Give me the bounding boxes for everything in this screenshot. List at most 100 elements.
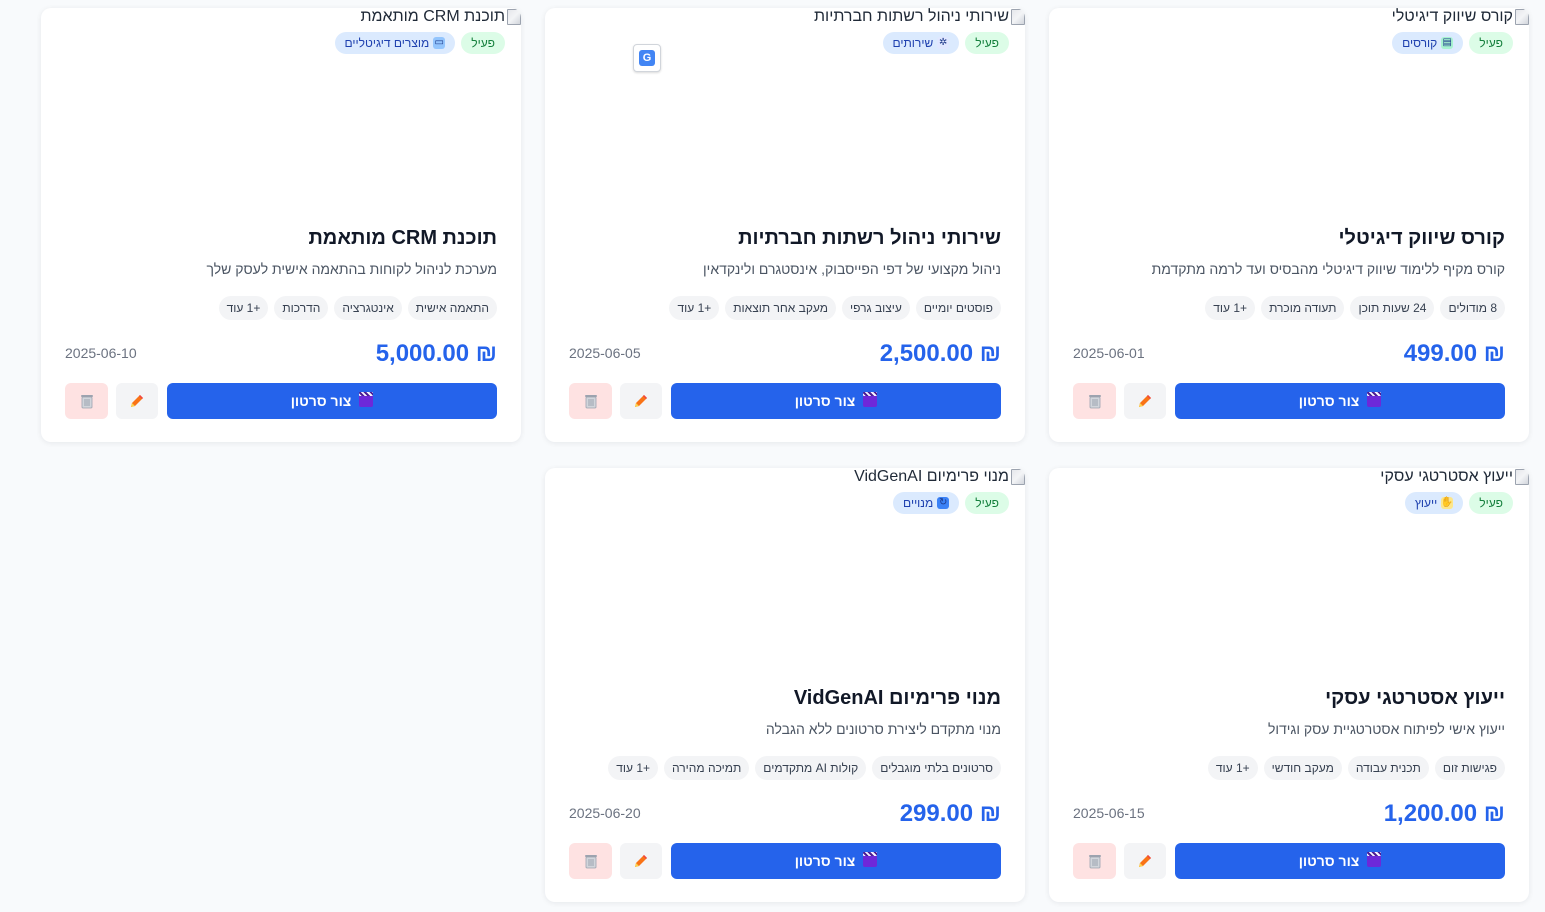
edit-button[interactable]	[1124, 383, 1166, 419]
product-card-5: מנוי פרימיום VidGenAI פעיל ↻ מנויים מנוי…	[545, 468, 1025, 902]
status-badge: פעיל	[1469, 492, 1513, 514]
category-badge: ↻ מנויים	[893, 492, 960, 514]
feature-tag: התאמה אישית	[407, 296, 497, 320]
pencil-icon	[635, 395, 647, 407]
product-image-area: מנוי פרימיום VidGenAI פעיל ↻ מנויים	[545, 468, 1025, 673]
delete-button[interactable]	[1073, 383, 1116, 419]
clapperboard-icon	[863, 852, 878, 867]
create-video-button[interactable]: צור סרטון	[671, 843, 1001, 879]
feature-tag: מעקב אחר תוצאות	[725, 296, 837, 320]
feature-tag: +1 עוד	[1205, 296, 1256, 320]
feature-tag: הדרכות	[274, 296, 329, 320]
product-date: 2025-06-05	[569, 345, 641, 361]
category-badge: ▭ מוצרים דיגיטליים	[334, 32, 456, 54]
feature-tag: תעודה מוכרת	[1261, 296, 1345, 320]
pencil-icon	[1139, 395, 1151, 407]
product-price: ₪ 5,000.00	[375, 340, 497, 367]
status-badge: פעיל	[461, 32, 505, 54]
create-video-button[interactable]: צור סרטון	[671, 383, 1001, 419]
product-title: שירותי ניהול רשתות חברתיות	[738, 227, 1001, 249]
category-label: שירותים	[892, 36, 934, 50]
trash-icon	[584, 395, 597, 409]
product-image: מנוי פרימיום VidGenAI	[854, 468, 1025, 486]
status-badge: פעיל	[965, 32, 1009, 54]
books-icon: ▤	[1441, 37, 1454, 49]
product-image: שירותי ניהול רשתות חברתיות	[814, 8, 1025, 26]
delete-button[interactable]	[1073, 843, 1116, 879]
category-badge: ✋ ייעוץ	[1404, 492, 1464, 514]
status-badge: פעיל	[1469, 32, 1513, 54]
badge-row: פעיל ↻ מנויים	[893, 492, 1009, 514]
clapperboard-icon	[863, 392, 878, 407]
edit-button[interactable]	[620, 383, 662, 419]
trash-icon	[1088, 395, 1101, 409]
feature-tag: 8 מודולים	[1440, 296, 1505, 320]
broken-image-icon	[1011, 9, 1025, 25]
create-video-button[interactable]: צור סרטון	[167, 383, 497, 419]
broken-image-icon	[1011, 469, 1025, 485]
create-video-label: צור סרטון	[1298, 853, 1360, 869]
product-image-area: שירותי ניהול רשתות חברתיות פעיל ✲ שירותי…	[545, 8, 1025, 213]
feature-tags: 8 מודולים 24 שעות תוכן תעודה מוכרת +1 עוד	[1205, 296, 1505, 320]
feature-tags: התאמה אישית אינטגרציה הדרכות +1 עוד	[218, 296, 497, 320]
product-title: מנוי פרימיום VidGenAI	[793, 687, 1001, 709]
product-image: תוכנת CRM מותאמת	[360, 8, 521, 26]
product-price: ₪ 499.00	[1403, 340, 1505, 367]
badge-row: פעיל ✲ שירותים	[882, 32, 1009, 54]
category-badge: ✲ שירותים	[882, 32, 960, 54]
feature-tag: עיצוב גרפי	[842, 296, 910, 320]
product-image-alt: קורס שיווק דיגיטלי	[1391, 8, 1513, 25]
status-badge: פעיל	[965, 492, 1009, 514]
product-card-1: קורס שיווק דיגיטלי פעיל ▤ קורסים קורס שי…	[1049, 8, 1529, 442]
badge-row: פעיל ✋ ייעוץ	[1404, 492, 1513, 514]
product-description: ייעוץ אישי לפיתוח אסטרטגיית עסק וגידול	[1267, 721, 1505, 737]
feature-tag: +1 עוד	[608, 756, 659, 780]
feature-tag: +1 עוד	[1207, 756, 1258, 780]
create-video-button[interactable]: צור סרטון	[1175, 843, 1505, 879]
product-description: מערכת לניהול לקוחות בהתאמה אישית לעסק של…	[206, 261, 497, 277]
product-card-2: שירותי ניהול רשתות חברתיות פעיל ✲ שירותי…	[545, 8, 1025, 442]
product-price: ₪ 299.00	[899, 800, 1001, 827]
product-card-3: תוכנת CRM מותאמת פעיל ▭ מוצרים דיגיטליים…	[41, 8, 521, 442]
product-title: תוכנת CRM מותאמת	[308, 227, 497, 249]
edit-button[interactable]	[620, 843, 662, 879]
product-image: ייעוץ אסטרטגי עסקי	[1380, 468, 1529, 486]
category-label: קורסים	[1402, 36, 1438, 50]
product-image-area: ייעוץ אסטרטגי עסקי פעיל ✋ ייעוץ	[1049, 468, 1529, 673]
pencil-icon	[1139, 855, 1151, 867]
clapperboard-icon	[1367, 852, 1382, 867]
feature-tag: קולות AI מתקדמים	[755, 756, 867, 780]
pencil-icon	[131, 395, 143, 407]
product-title: קורס שיווק דיגיטלי	[1338, 227, 1505, 249]
edit-button[interactable]	[116, 383, 158, 419]
badge-row: פעיל ▤ קורסים	[1392, 32, 1513, 54]
google-translate-icon[interactable]: G	[633, 44, 661, 72]
feature-tag: תמיכה מהירה	[664, 756, 750, 780]
feature-tag: מעקב חודשי	[1263, 756, 1342, 780]
broken-image-icon	[1515, 9, 1529, 25]
product-image-area: קורס שיווק דיגיטלי פעיל ▤ קורסים	[1049, 8, 1529, 213]
gear-icon: ✲	[937, 37, 950, 49]
create-video-label: צור סרטון	[1298, 393, 1360, 409]
trash-icon	[1088, 855, 1101, 869]
product-image-alt: ייעוץ אסטרטגי עסקי	[1380, 468, 1513, 485]
delete-button[interactable]	[65, 383, 108, 419]
product-card-4: ייעוץ אסטרטגי עסקי פעיל ✋ ייעוץ ייעוץ אס…	[1049, 468, 1529, 902]
feature-tags: פוסטים יומיים עיצוב גרפי מעקב אחר תוצאות +1…	[669, 296, 1001, 320]
product-date: 2025-06-01	[1073, 345, 1145, 361]
handshake-icon: ✋	[1440, 497, 1454, 509]
product-image-alt: תוכנת CRM מותאמת	[360, 8, 505, 25]
delete-button[interactable]	[569, 383, 612, 419]
feature-tag: +1 עוד	[669, 296, 720, 320]
feature-tags: סרטונים בלתי מוגבלים קולות AI מתקדמים תמיכ…	[608, 756, 1001, 780]
feature-tags: פגישות זום תכנית עבודה מעקב חודשי +1 עוד	[1207, 756, 1505, 780]
feature-tag: תכנית עבודה	[1347, 756, 1429, 780]
create-video-button[interactable]: צור סרטון	[1175, 383, 1505, 419]
broken-image-icon	[507, 9, 521, 25]
trash-icon	[80, 395, 93, 409]
product-title: ייעוץ אסטרטגי עסקי	[1325, 687, 1505, 709]
edit-button[interactable]	[1124, 843, 1166, 879]
delete-button[interactable]	[569, 843, 612, 879]
product-price: ₪ 1,200.00	[1383, 800, 1505, 827]
product-date: 2025-06-20	[569, 805, 641, 821]
